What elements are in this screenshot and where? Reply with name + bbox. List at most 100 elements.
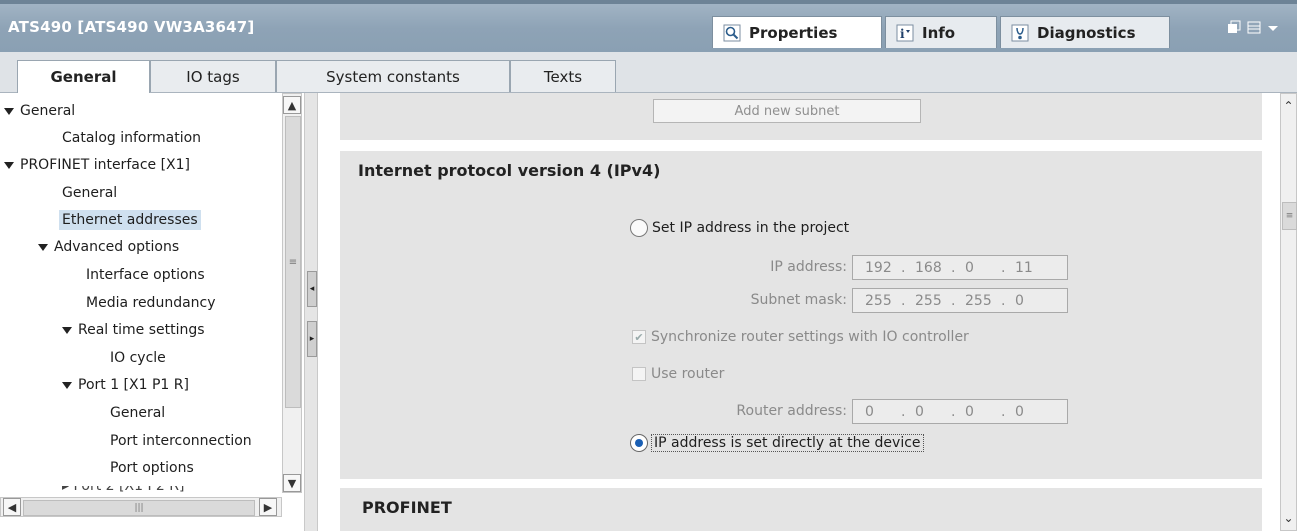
- main-scroll-up-icon[interactable]: ⌃: [1281, 96, 1296, 116]
- tree-item-interface-general[interactable]: General: [62, 185, 117, 201]
- main-vertical-scrollbar[interactable]: ⌃ ≡ ⌄: [1280, 93, 1297, 531]
- tree-item-label: Real time settings: [78, 322, 205, 338]
- profinet-heading: PROFINET: [362, 498, 452, 517]
- tree-item-label: Port options: [110, 460, 194, 476]
- tab-diagnostics[interactable]: Diagnostics: [1000, 16, 1170, 48]
- tree-item-port-interconnection[interactable]: Port interconnection: [110, 433, 252, 449]
- router-octet-4: 0: [1015, 403, 1024, 420]
- ip-octet-2: 168: [915, 259, 942, 276]
- tab-general[interactable]: General: [17, 60, 150, 93]
- profinet-section: PROFINET: [340, 488, 1262, 531]
- tree-item-catalog-information[interactable]: Catalog information: [62, 130, 201, 146]
- set-ip-in-project-option[interactable]: Set IP address in the project: [630, 219, 849, 237]
- tree-item-label: Interface options: [86, 267, 205, 283]
- ip-address-field[interactable]: 192 . 168 . 0 . 11: [852, 255, 1068, 280]
- tab-system-constants-label: System constants: [326, 67, 460, 86]
- scroll-down-icon[interactable]: ▼: [283, 474, 301, 492]
- mask-octet-4: 0: [1015, 292, 1024, 309]
- tab-properties-label: Properties: [749, 23, 838, 42]
- main-scroll-thumb[interactable]: ≡: [1282, 202, 1297, 230]
- tree-item-label: General: [20, 103, 76, 119]
- tree-item-port-1[interactable]: Port 1 [X1 P1 R]: [62, 377, 189, 393]
- use-router-option[interactable]: Use router: [632, 366, 724, 382]
- properties-magnifier-icon: [723, 24, 741, 42]
- expand-caret-icon[interactable]: [4, 161, 14, 169]
- title-bar-top-strip: [0, 0, 1297, 4]
- tree-item-profinet-interface[interactable]: PROFINET interface [X1]: [4, 157, 190, 173]
- ipv4-heading: Internet protocol version 4 (IPv4): [358, 161, 661, 180]
- scroll-up-icon[interactable]: ▲: [283, 96, 301, 114]
- ipv4-section: Internet protocol version 4 (IPv4) Set I…: [340, 151, 1262, 479]
- expand-caret-icon[interactable]: [4, 107, 14, 115]
- radio-set-ip-at-device[interactable]: [630, 434, 648, 452]
- tree-item-port-options[interactable]: Port options: [110, 460, 194, 476]
- mask-octet-3: 255: [965, 292, 992, 309]
- scroll-left-icon[interactable]: ◀: [3, 498, 21, 516]
- tree-item-label: Port interconnection: [110, 433, 252, 449]
- sync-router-label: Synchronize router settings with IO cont…: [651, 329, 969, 345]
- subnet-section: Add new subnet: [340, 93, 1262, 140]
- tree-item-general[interactable]: General: [4, 103, 75, 119]
- ip-octet-1: 192: [865, 259, 892, 276]
- tree-item-media-redundancy[interactable]: Media redundancy: [86, 295, 216, 311]
- tree-item-interface-options[interactable]: Interface options: [86, 267, 205, 283]
- tree-item-io-cycle[interactable]: IO cycle: [110, 350, 166, 366]
- tree-hscroll-thumb[interactable]: |||: [23, 500, 255, 516]
- mask-octet-1: 255: [865, 292, 892, 309]
- router-octet-1: 0: [865, 403, 874, 420]
- collapse-left-icon[interactable]: ◂: [307, 271, 317, 307]
- tree-vertical-scrollbar[interactable]: ▲ ≡ ▼: [282, 93, 302, 493]
- tree-item-label: PROFINET interface [X1]: [20, 157, 191, 173]
- window-layout-icons[interactable]: [1226, 20, 1290, 40]
- sync-router-option[interactable]: ✔ Synchronize router settings with IO co…: [632, 329, 969, 345]
- router-octet-3: 0: [965, 403, 974, 420]
- tree-item-label: Advanced options: [54, 239, 180, 255]
- scroll-right-icon[interactable]: ▶: [259, 498, 277, 516]
- radio-set-ip-in-project-label: Set IP address in the project: [652, 220, 850, 236]
- tree-item-label: Media redundancy: [86, 295, 216, 311]
- add-new-subnet-button[interactable]: Add new subnet: [653, 99, 921, 123]
- set-ip-at-device-option[interactable]: IP address is set directly at the device: [630, 434, 924, 452]
- info-icon: i: [896, 24, 914, 42]
- expand-caret-icon[interactable]: [62, 381, 72, 389]
- tab-io-tags-label: IO tags: [186, 67, 240, 86]
- tree-item-port-2-partial[interactable]: ▸ Port 2 [X1 P2 R]: [62, 486, 232, 493]
- mask-octet-2: 255: [915, 292, 942, 309]
- router-octet-2: 0: [915, 403, 924, 420]
- tree-item-ethernet-addresses[interactable]: Ethernet addresses: [59, 210, 201, 230]
- subnet-mask-field[interactable]: 255 . 255 . 255 . 0: [852, 288, 1068, 313]
- expand-caret-icon[interactable]: [62, 326, 72, 334]
- expand-caret-icon[interactable]: [38, 243, 48, 251]
- panel-splitter[interactable]: ◂ ▸: [304, 93, 318, 531]
- radio-set-ip-in-project[interactable]: [630, 219, 648, 237]
- tree-horizontal-scrollbar[interactable]: ◀ ||| ▶: [0, 497, 282, 517]
- properties-content: Add new subnet Internet protocol version…: [318, 93, 1280, 531]
- router-address-label: Router address:: [736, 403, 847, 419]
- sync-router-checkbox[interactable]: ✔: [632, 330, 646, 344]
- router-address-field[interactable]: 0 . 0 . 0 . 0: [852, 399, 1068, 424]
- expand-right-icon[interactable]: ▸: [307, 321, 317, 357]
- tree-item-label: General: [110, 405, 166, 421]
- main-scroll-down-icon[interactable]: ⌄: [1281, 508, 1296, 528]
- tab-texts-label: Texts: [543, 67, 583, 86]
- ip-octet-4: 11: [1015, 259, 1033, 276]
- tab-system-constants[interactable]: System constants: [276, 60, 510, 92]
- use-router-label: Use router: [651, 366, 725, 382]
- radio-selected-dot: [635, 439, 643, 447]
- tree-scroll-thumb[interactable]: ≡: [285, 116, 301, 408]
- tab-diagnostics-label: Diagnostics: [1037, 23, 1136, 42]
- tree-item-port-general[interactable]: General: [110, 405, 165, 421]
- tab-properties[interactable]: Properties: [712, 16, 882, 48]
- tab-info[interactable]: i Info: [885, 16, 997, 48]
- tab-io-tags[interactable]: IO tags: [150, 60, 276, 92]
- tab-general-label: General: [50, 68, 117, 86]
- tab-texts[interactable]: Texts: [510, 60, 616, 92]
- tree-item-label: Catalog information: [62, 130, 202, 146]
- use-router-checkbox[interactable]: [632, 367, 646, 381]
- tree-item-advanced-options[interactable]: Advanced options: [38, 239, 179, 255]
- tree-item-real-time-settings[interactable]: Real time settings: [62, 322, 205, 338]
- diagnostics-icon: [1011, 24, 1029, 42]
- tree-item-label: IO cycle: [110, 350, 166, 366]
- tab-info-label: Info: [922, 23, 956, 42]
- tree-item-label: General: [62, 185, 118, 201]
